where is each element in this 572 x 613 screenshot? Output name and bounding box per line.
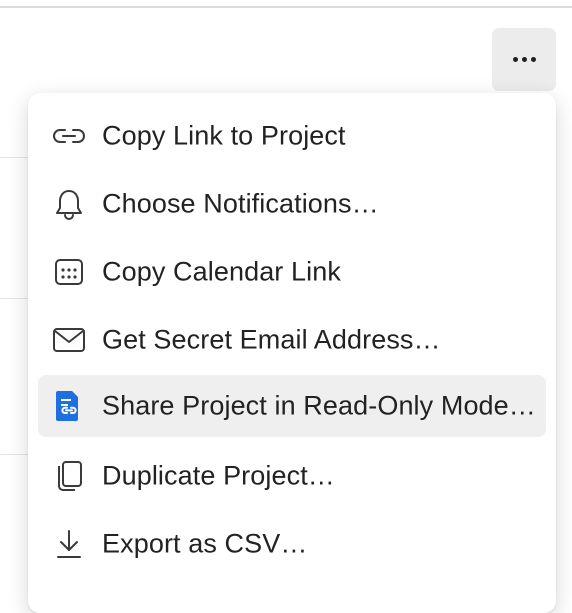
menu-item-label: Copy Calendar Link (102, 256, 341, 287)
menu-item-label: Share Project in Read-Only Mode… (102, 390, 536, 421)
menu-item-label: Copy Link to Project (102, 120, 346, 151)
download-icon (52, 528, 86, 560)
menu-item-export-csv[interactable]: Export as CSV… (38, 513, 546, 575)
menu-item-label: Choose Notifications… (102, 188, 379, 219)
menu-item-label: Export as CSV… (102, 528, 308, 559)
envelope-icon (52, 324, 86, 356)
menu-item-copy-link[interactable]: Copy Link to Project (38, 105, 546, 167)
calendar-icon (52, 256, 86, 288)
background-row-divider (0, 454, 30, 455)
duplicate-icon (52, 460, 86, 492)
menu-item-choose-notifications[interactable]: Choose Notifications… (38, 173, 546, 235)
menu-item-copy-calendar-link[interactable]: Copy Calendar Link (38, 241, 546, 303)
menu-item-get-secret-email[interactable]: Get Secret Email Address… (38, 309, 546, 371)
window-top-border (0, 6, 572, 8)
background-row-divider (0, 298, 30, 299)
menu-item-share-read-only[interactable]: Share Project in Read-Only Mode… (38, 375, 546, 437)
menu-item-label: Get Secret Email Address… (102, 324, 441, 355)
bell-icon (52, 188, 86, 220)
ellipsis-icon (512, 57, 536, 62)
background-row-divider (0, 157, 30, 158)
menu-item-duplicate-project[interactable]: Duplicate Project… (38, 445, 546, 507)
shared-document-icon (52, 390, 86, 422)
link-icon (52, 120, 86, 152)
menu-item-label: Duplicate Project… (102, 460, 335, 491)
project-options-menu: Copy Link to Project Choose Notification… (28, 93, 556, 613)
more-options-button[interactable] (492, 28, 556, 91)
